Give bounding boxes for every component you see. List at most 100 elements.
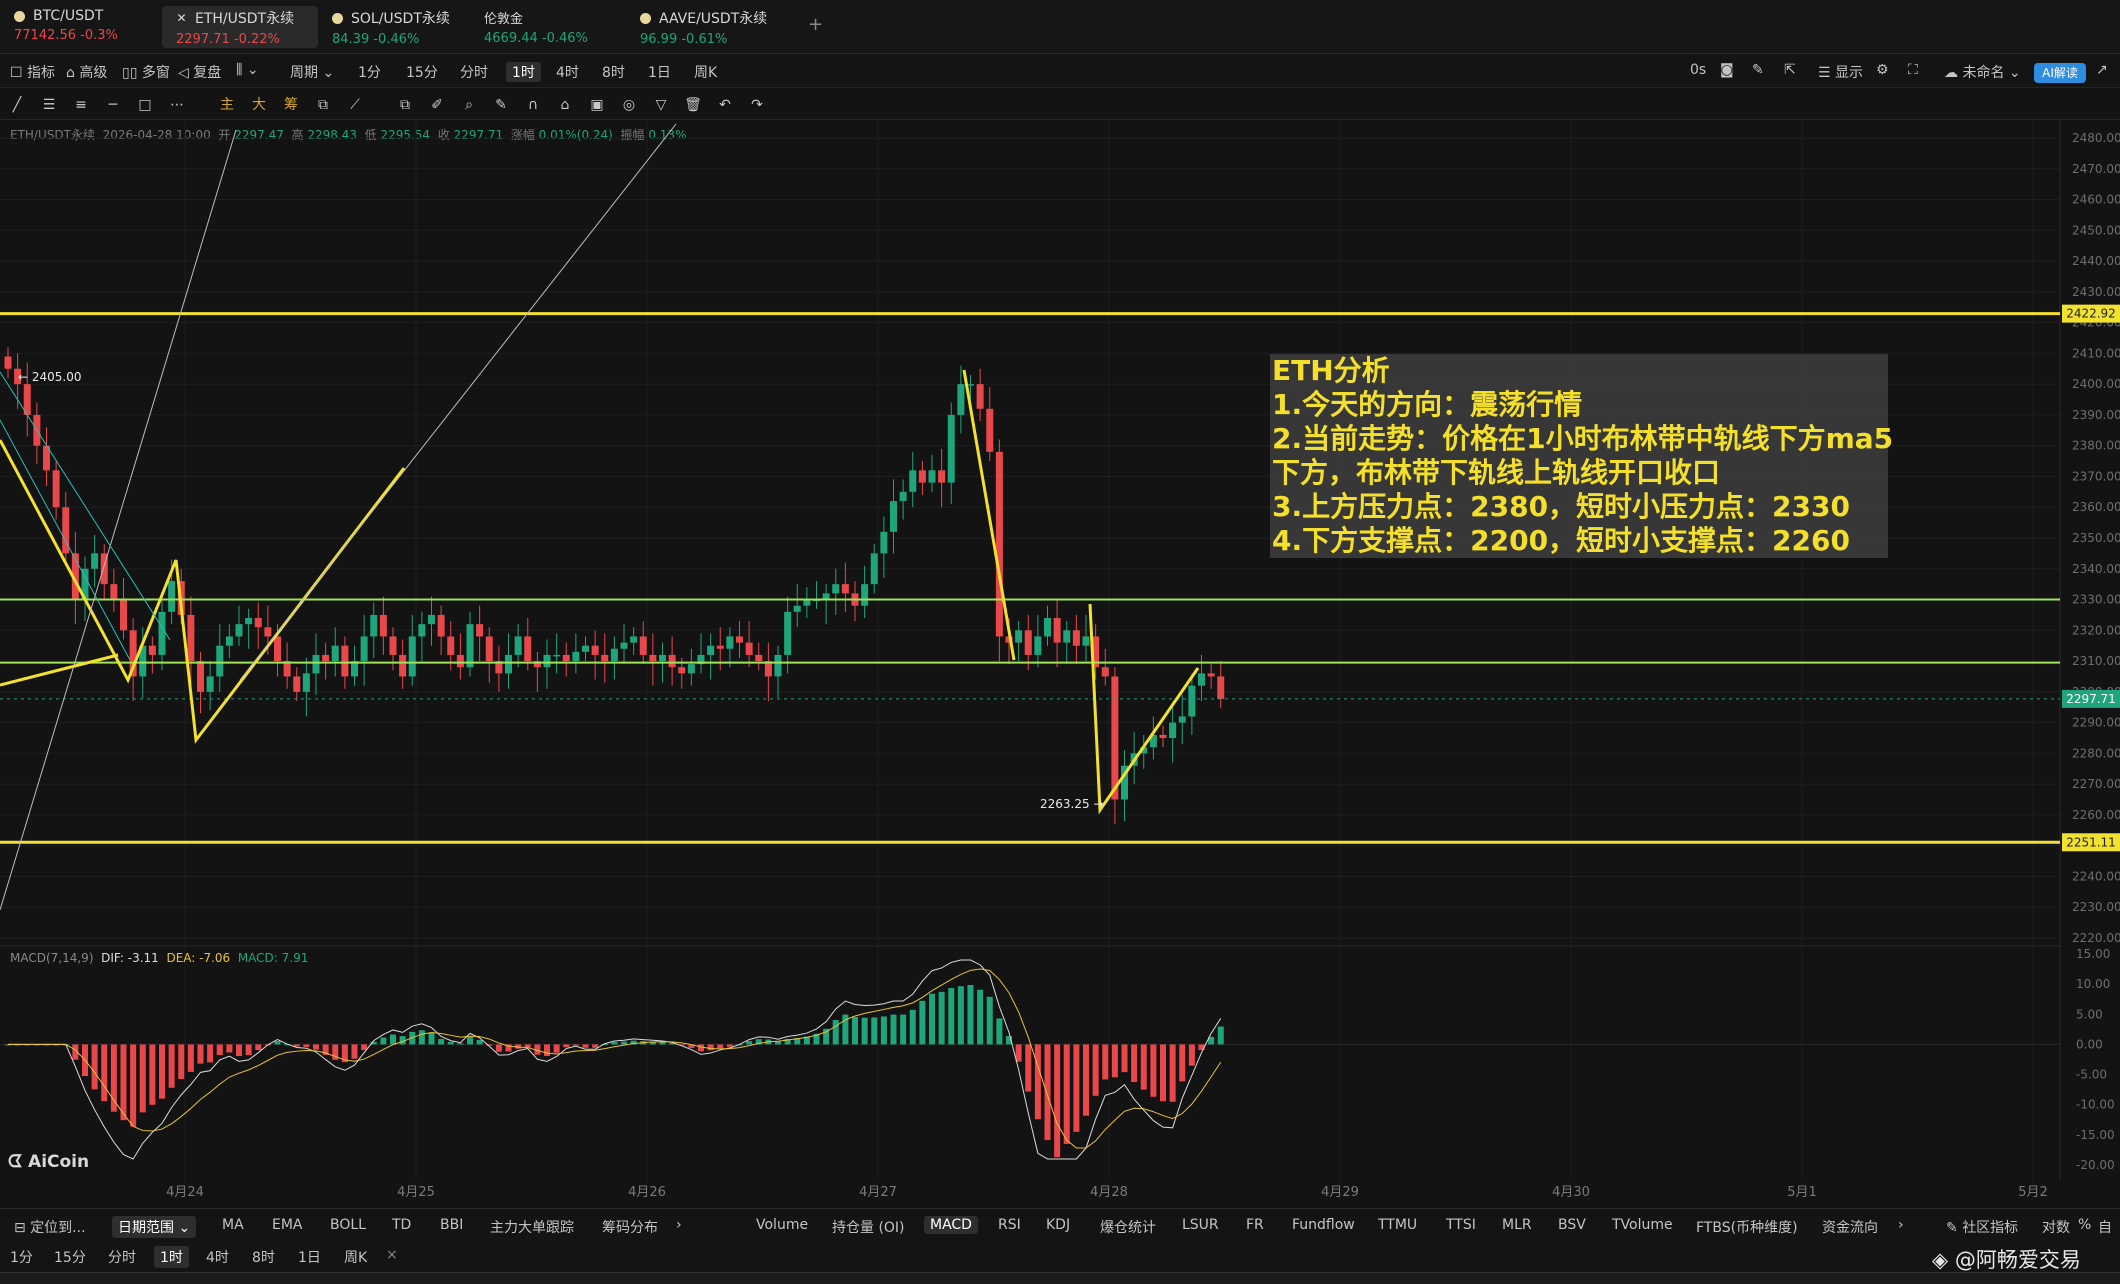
period-4h[interactable]: 4时 xyxy=(206,1247,229,1267)
locate-button[interactable]: ⊟ 定位到... xyxy=(14,1217,86,1237)
sub-tvolume[interactable]: TVolume xyxy=(1612,1217,1673,1233)
sub-liquidation[interactable]: 爆仓统计 xyxy=(1100,1217,1156,1237)
trendline-icon[interactable]: ╱ xyxy=(8,96,26,114)
undo-icon[interactable]: ↶ xyxy=(716,96,734,114)
ticker-tab-btc[interactable]: BTC/USDT 77142.56 -0.3% xyxy=(0,6,160,48)
close-icon[interactable]: × xyxy=(386,1247,398,1263)
sub-mlr[interactable]: MLR xyxy=(1502,1217,1532,1233)
sub-ttsi[interactable]: TTSI xyxy=(1446,1217,1476,1233)
chevron-right-icon[interactable]: › xyxy=(676,1217,682,1233)
chevron-right-icon[interactable]: › xyxy=(1898,1217,1904,1233)
interval-timeline[interactable]: 分时 xyxy=(460,62,488,82)
macd-bar xyxy=(274,1041,281,1045)
camera-icon[interactable]: ◙ xyxy=(1720,62,1734,78)
sub-fundflow[interactable]: Fundflow xyxy=(1292,1217,1355,1233)
interval-week[interactable]: 周K xyxy=(694,62,717,82)
community-indicators-button[interactable]: ✎ 社区指标 xyxy=(1946,1217,2018,1237)
interval-1m[interactable]: 1分 xyxy=(358,62,381,82)
lock-icon[interactable]: ⌂ xyxy=(556,96,574,114)
overlay-ema[interactable]: EMA xyxy=(272,1217,303,1233)
overlay-boll[interactable]: BOLL xyxy=(330,1217,366,1233)
overlay-ma[interactable]: MA xyxy=(222,1217,244,1233)
interval-1h[interactable]: 1时 xyxy=(506,62,541,82)
overlay-chip-dist[interactable]: 筹码分布 xyxy=(602,1217,658,1237)
pen-icon[interactable]: ✎ xyxy=(1752,62,1764,78)
trash-icon[interactable]: 🗑 xyxy=(684,96,702,114)
macd-bar xyxy=(1131,1044,1138,1083)
interval-1d[interactable]: 1日 xyxy=(648,62,671,82)
measure-icon[interactable]: ⟋ xyxy=(346,96,364,114)
parallel-icon[interactable]: ≡ xyxy=(72,96,90,114)
ticker-tab-eth[interactable]: ✕ ETH/USDT永续 2297.71 -0.22% xyxy=(162,6,318,48)
chart-type-icon[interactable]: ⫼ ⌄ xyxy=(236,62,259,78)
hlines-icon[interactable]: ☰ xyxy=(40,96,58,114)
advanced-button[interactable]: ⌂ 高级 xyxy=(66,62,107,82)
brush-icon[interactable]: ✎ xyxy=(492,96,510,114)
magnet-icon[interactable]: ∩ xyxy=(524,96,542,114)
ticker-tab-aave[interactable]: AAVE/USDT永续 96.99 -0.61% xyxy=(626,6,796,48)
sub-lsur[interactable]: LSUR xyxy=(1182,1217,1219,1233)
date-range-dropdown[interactable]: 日期范围 ⌄ xyxy=(112,1216,197,1238)
fullscreen-icon[interactable]: ⛶ xyxy=(1908,62,1918,78)
close-tab-icon[interactable]: ✕ xyxy=(176,11,187,25)
ticker-tab-sol[interactable]: SOL/USDT永续 84.39 -0.46% xyxy=(318,6,478,48)
interval-4h[interactable]: 4时 xyxy=(556,62,579,82)
clone-icon[interactable]: ⧉ xyxy=(314,96,332,114)
large-label-icon[interactable]: 大 xyxy=(250,96,268,114)
log-scale-toggle[interactable]: 对数 xyxy=(2042,1217,2070,1237)
ray-icon[interactable]: ⋯ xyxy=(168,96,186,114)
ruler-icon[interactable]: ✐ xyxy=(428,96,446,114)
main-label-icon[interactable]: 主 xyxy=(218,96,236,114)
macd-bar xyxy=(207,1044,214,1063)
replay-button[interactable]: ◁ 复盘 xyxy=(178,62,221,82)
period-8h[interactable]: 8时 xyxy=(252,1247,275,1267)
period-timeline[interactable]: 分时 xyxy=(108,1247,136,1267)
sub-volume[interactable]: Volume xyxy=(756,1217,808,1233)
share-icon[interactable]: ↗ xyxy=(2096,62,2108,78)
overlay-td[interactable]: TD xyxy=(392,1217,411,1233)
hide-icon[interactable]: ◎ xyxy=(620,96,638,114)
filter-icon[interactable]: ▽ xyxy=(652,96,670,114)
percent-scale-toggle[interactable]: % xyxy=(2078,1217,2091,1233)
save-icon[interactable]: ▣ xyxy=(588,96,606,114)
sub-macd[interactable]: MACD xyxy=(924,1216,978,1234)
multiwindow-button[interactable]: ▯▯ 多窗 xyxy=(122,62,170,82)
price-chart[interactable]: 2480.00 2470.00 2460.00 2450.00 2440.00 2430.… xyxy=(0,120,2120,1208)
period-1m[interactable]: 1分 xyxy=(10,1247,33,1267)
export-icon[interactable]: ⇱ xyxy=(1784,62,1796,78)
ai-interpret-button[interactable]: AI解读 xyxy=(2034,63,2086,83)
add-tab-icon[interactable]: + xyxy=(808,14,823,35)
sub-fr[interactable]: FR xyxy=(1246,1217,1264,1233)
overlay-main-tracking[interactable]: 主力大单跟踪 xyxy=(490,1217,574,1237)
display-button[interactable]: ☰ 显示 xyxy=(1818,62,1863,82)
copy-icon[interactable]: ⧉ xyxy=(396,96,414,114)
sub-rsi[interactable]: RSI xyxy=(998,1217,1021,1233)
period-1h[interactable]: 1时 xyxy=(154,1246,189,1268)
redo-icon[interactable]: ↷ xyxy=(748,96,766,114)
sub-ttmu[interactable]: TTMU xyxy=(1378,1217,1417,1233)
layout-name-dropdown[interactable]: ☁ 未命名 ⌄ xyxy=(1944,62,2021,82)
sub-oi[interactable]: 持仓量 (OI) xyxy=(832,1217,905,1237)
period-dropdown[interactable]: 周期 ⌄ xyxy=(290,62,334,82)
auto-scale-toggle[interactable]: 自 xyxy=(2098,1217,2112,1237)
period-week[interactable]: 周K xyxy=(344,1247,367,1267)
sub-bsv[interactable]: BSV xyxy=(1558,1217,1586,1233)
interval-15m[interactable]: 15分 xyxy=(406,62,438,82)
sub-capital-flow[interactable]: 资金流向 xyxy=(1822,1217,1878,1237)
zoom-icon[interactable]: ⌕ xyxy=(460,96,478,114)
sub-kdj[interactable]: KDJ xyxy=(1046,1217,1070,1233)
overlay-bbi[interactable]: BBI xyxy=(440,1217,463,1233)
price-tick-label: 2340.00 xyxy=(2072,562,2120,576)
indicators-button[interactable]: ☐ 指标 xyxy=(10,62,55,82)
macd-bar xyxy=(1083,1044,1089,1116)
analysis-annotation[interactable]: ETH分析 1.今天的方向：震荡行情 2.当前走势：价格在1小时布林带中轨线下方… xyxy=(1270,354,1893,558)
sub-ftbs[interactable]: FTBS(币种维度) xyxy=(1696,1217,1798,1237)
rectangle-icon[interactable]: □ xyxy=(136,96,154,114)
hline-icon[interactable]: ─ xyxy=(104,96,122,114)
interval-8h[interactable]: 8时 xyxy=(602,62,625,82)
period-15m[interactable]: 15分 xyxy=(54,1247,86,1267)
chips-label-icon[interactable]: 筹 xyxy=(282,96,300,114)
settings-icon[interactable]: ⚙ xyxy=(1876,62,1889,78)
ticker-tab-gold[interactable]: 伦敦金 4669.44 -0.46% xyxy=(470,6,630,48)
period-1d[interactable]: 1日 xyxy=(298,1247,321,1267)
